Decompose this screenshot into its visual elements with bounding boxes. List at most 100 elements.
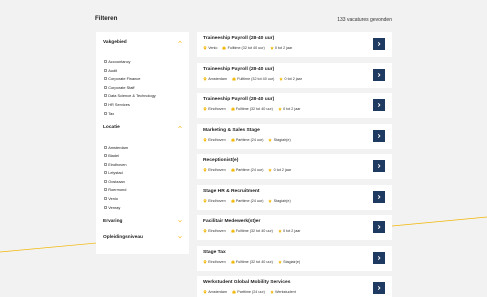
open-vacancy-button[interactable] [373,251,385,264]
star-icon [268,137,273,142]
experience-text: Stagiair(e) [283,259,301,264]
checkbox[interactable] [104,77,107,80]
checkbox[interactable] [104,69,107,72]
briefcase-icon [231,137,235,141]
vacancy-title[interactable]: Traineeship Payroll (28-40 uur) [203,67,274,72]
checkbox[interactable] [104,112,107,115]
vacancy-title[interactable]: Marketing & Sales Stage [203,128,260,133]
star-icon [278,229,282,233]
experience-text: 0 tot 2 jaar [283,229,301,233]
filter-option-bladel[interactable]: Bladel [104,153,119,158]
filter-option-corporate-staff[interactable]: Corporate Staff [104,85,135,90]
chevron-right-icon [377,72,381,77]
open-vacancy-button[interactable] [373,38,385,50]
checkbox[interactable] [104,146,107,149]
option-label: Audit [108,68,118,73]
chevron-down-icon [178,220,182,223]
filter-section-ervaring: Ervaring [103,217,183,225]
filter-option-hr-services[interactable]: HR Services [104,102,130,107]
vacancy-card[interactable]: Werkstudent Global Mobility Services Ams… [197,276,392,297]
vacancy-location: Eindhoven [203,260,226,264]
vacancy-title[interactable]: Facilitair Medewerk(st)er [203,219,260,224]
open-vacancy-button[interactable] [373,99,385,111]
filter-title: Opleidingsniveau [103,234,143,240]
checkbox[interactable] [104,154,107,157]
filter-option-lelystad[interactable]: Lelystad [104,170,123,175]
open-vacancy-button[interactable] [373,282,385,294]
filter-option-tax[interactable]: Tax [104,111,114,116]
checkbox[interactable] [104,188,107,191]
filter-title: Vakgebied [103,39,127,45]
filter-header-locatie[interactable]: Locatie [103,123,183,131]
briefcase-icon [232,76,236,80]
filters-title: Filteren [95,15,118,22]
filter-title: Ervaring [103,218,123,224]
chevron-right-icon [377,163,381,169]
vacancy-hours: Parttime (24 uur) [232,290,265,294]
checkbox[interactable] [104,94,107,97]
open-vacancy-button[interactable] [373,221,385,233]
option-label: Corporate Staff [108,85,135,90]
vacancy-location: Eindhoven [203,107,226,111]
checkbox[interactable] [104,171,107,174]
vacancy-experience: 0 tot 2 jaar [268,168,291,172]
filter-option-oostzaan[interactable]: Oostzaan [104,179,125,184]
vacancy-card[interactable]: Receptionist(e) Eindhoven Parttime (24 u… [197,154,392,179]
vacancy-meta: Amsterdam Parttime (24 uur) Werkstudent [203,290,301,294]
filter-option-data-science[interactable]: Data Science & Technology [104,93,156,98]
chevron-right-icon [377,194,381,199]
vacancy-card[interactable]: Stage HR & Recruitment Eindhoven Parttim… [197,184,392,210]
filter-option-roermond[interactable]: Roermond [104,187,126,192]
vacancy-card[interactable]: Traineeship Payroll (28-40 uur) Amsterda… [197,62,392,88]
filter-option-corporate-finance[interactable]: Corporate Finance [104,76,140,81]
filter-option-venlo[interactable]: Venlo [104,196,118,201]
open-vacancy-button[interactable] [373,129,385,142]
vacancy-title[interactable]: Receptionist(e) [203,158,238,163]
location-text: Eindhoven [208,229,226,233]
vacancy-experience: 0 tot 2 jaar [279,77,302,81]
location-text: Eindhoven [208,259,226,264]
open-vacancy-button[interactable] [373,190,385,203]
vacancy-title[interactable]: Traineeship Payroll (28-40 uur) [203,36,274,41]
vacancy-title[interactable]: Stage Tax [203,250,226,255]
vacancy-title[interactable]: Stage HR & Recruitment [203,189,260,194]
vacancy-hours: Fulltime (32 tot 40 uur) [222,46,265,50]
location-text: Venlo [208,46,218,50]
vacancy-hours: Fulltime (32 tot 40 uur) [231,260,273,264]
checkbox[interactable] [104,180,107,183]
chevron-right-icon [377,41,381,47]
option-label: HR Services [108,102,130,107]
vacancy-experience: 0 tot 2 jaar [278,229,301,233]
vacancy-location: Eindhoven [203,229,226,233]
experience-text: 0 tot 2 jaar [273,168,292,172]
open-vacancy-button[interactable] [373,68,385,81]
checkbox[interactable] [104,60,107,63]
vacancy-card[interactable]: Traineeship Payroll (28-40 uur) Venlo Fu… [197,32,392,57]
vacancy-card[interactable]: Stage Tax Eindhoven Fulltime (32 tot 40 … [197,245,392,271]
vacancy-card[interactable]: Facilitair Medewerk(st)er Eindhoven Full… [197,215,392,240]
hours-text: Fulltime (32 tot 40 uur) [237,76,275,81]
open-vacancy-button[interactable] [373,160,385,172]
checkbox[interactable] [104,206,107,209]
map-pin-icon [203,137,207,142]
filter-option-audit[interactable]: Audit [104,68,117,73]
briefcase-icon [232,290,236,294]
filter-option-eindhoven[interactable]: Eindhoven [104,162,127,167]
map-pin-icon [203,259,207,264]
filter-header-vakgebied[interactable]: Vakgebied [103,38,183,46]
filter-option-venray[interactable]: Venray [104,205,120,210]
filter-header-ervaring[interactable]: Ervaring [103,217,183,225]
filter-header-opleidingsniveau[interactable]: Opleidingsniveau [103,233,183,241]
option-label: Venlo [108,196,118,201]
vacancy-card[interactable]: Traineeship Payroll (28-40 uur) Eindhove… [197,93,392,118]
filter-option-amsterdam[interactable]: Amsterdam [104,145,128,150]
checkbox[interactable] [104,103,107,106]
checkbox[interactable] [104,163,107,166]
star-icon [269,46,274,50]
vacancy-title[interactable]: Werkstudent Global Mobility Services [203,280,290,285]
vacancy-card[interactable]: Marketing & Sales Stage Eindhoven Partti… [197,123,392,149]
filter-option-accountancy[interactable]: Accountancy [104,59,130,64]
vacancy-title[interactable]: Traineeship Payroll (28-40 uur) [203,97,274,102]
checkbox[interactable] [104,86,107,89]
checkbox[interactable] [104,197,107,200]
